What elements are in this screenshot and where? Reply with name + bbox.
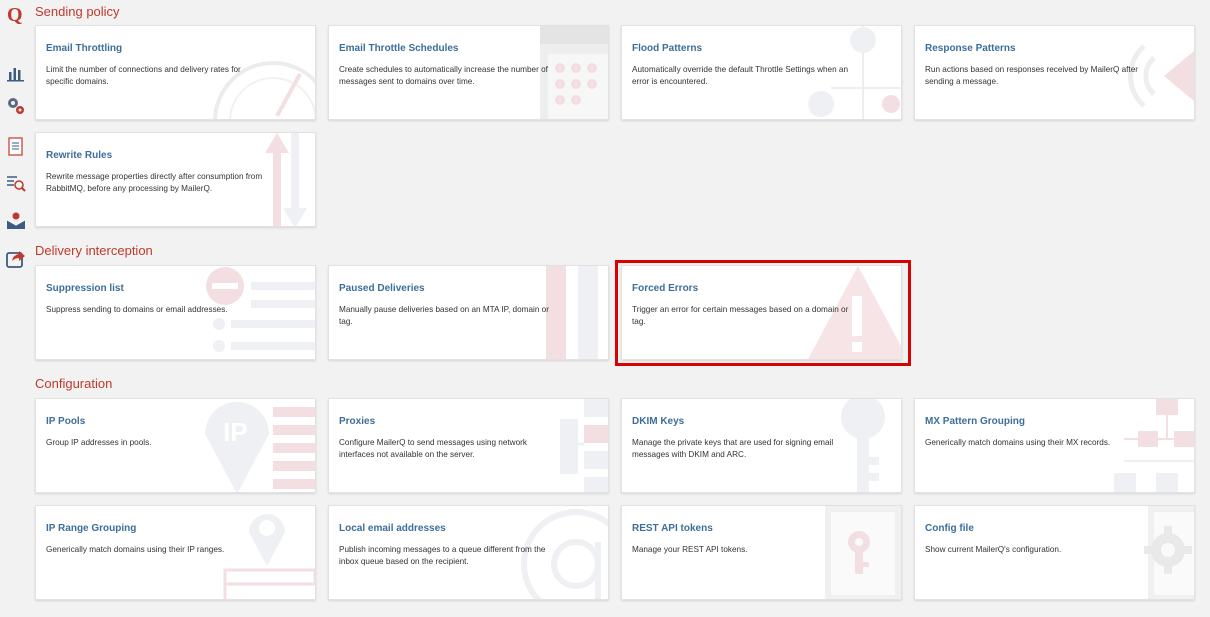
card-description: Automatically override the default Throt… [632, 65, 849, 86]
card-description: Generically match domains using their IP… [46, 545, 225, 554]
card-description: Create schedules to automatically increa… [339, 65, 548, 86]
section-title-delivery-interception: Delivery interception [35, 243, 153, 258]
card-local-email-addresses[interactable]: Local email addresses Publish incoming m… [328, 505, 609, 600]
card-description: Limit the number of connections and deli… [46, 65, 241, 86]
card-description: Manage the private keys that are used fo… [632, 438, 834, 459]
card-title: IP Range Grouping [46, 523, 137, 534]
card-title: Rewrite Rules [46, 150, 113, 161]
card-title: Local email addresses [339, 523, 446, 534]
card-title: Email Throttle Schedules [339, 43, 459, 54]
card-title: Proxies [339, 416, 376, 427]
card-title: MX Pattern Grouping [925, 416, 1025, 427]
card-title: Flood Patterns [632, 43, 703, 54]
card-description: Manually pause deliveries based on an MT… [339, 305, 549, 326]
card-title: Suppression list [46, 283, 124, 294]
card-title: Response Patterns [925, 43, 1016, 54]
card-proxies[interactable]: Proxies Configure MailerQ to send messag… [328, 398, 609, 493]
card-rest-api-tokens[interactable]: REST API tokens Manage your REST API tok… [621, 505, 902, 600]
document-icon[interactable] [6, 137, 26, 157]
card-dkim-keys[interactable]: DKIM Keys Manage the private keys that a… [621, 398, 902, 493]
section-title-sending-policy: Sending policy [35, 4, 120, 19]
card-title: REST API tokens [632, 523, 713, 534]
card-mx-pattern-grouping[interactable]: MX Pattern Grouping Generically match do… [914, 398, 1195, 493]
card-email-throttling[interactable]: Email Throttling Limit the number of con… [35, 25, 316, 120]
card-rewrite-rules[interactable]: Rewrite Rules Rewrite message properties… [35, 132, 316, 227]
card-suppression-list[interactable]: Suppression list Suppress sending to dom… [35, 265, 316, 360]
card-title: Forced Errors [632, 283, 699, 294]
card-title: Config file [925, 523, 974, 534]
card-title: IP Pools [46, 416, 86, 427]
card-ip-pools[interactable]: IP IP Pools Group IP addresses in pools. [35, 398, 316, 493]
card-paused-deliveries[interactable]: Paused Deliveries Manually pause deliver… [328, 265, 609, 360]
card-description: Rewrite message properties directly afte… [46, 172, 263, 193]
section-title-configuration: Configuration [35, 376, 113, 391]
card-flood-patterns[interactable]: Flood Patterns Automatically override th… [621, 25, 902, 120]
card-description: Group IP addresses in pools. [46, 438, 152, 447]
card-response-patterns[interactable]: Response Patterns Run actions based on r… [914, 25, 1195, 120]
card-description: Show current MailerQ's configuration. [925, 545, 1062, 554]
card-description: Manage your REST API tokens. [632, 545, 748, 554]
settings-icon[interactable] [6, 96, 26, 116]
share-icon[interactable] [6, 248, 26, 268]
card-title: Paused Deliveries [339, 283, 425, 294]
stats-icon[interactable] [6, 63, 26, 83]
sidebar: Q [0, 0, 30, 617]
card-title: Email Throttling [46, 43, 123, 54]
card-config-file[interactable]: Config file Show current MailerQ's confi… [914, 505, 1195, 600]
card-email-throttle-schedules[interactable]: Email Throttle Schedules Create schedule… [328, 25, 609, 120]
search-list-icon[interactable] [6, 173, 26, 193]
card-forced-errors[interactable]: Forced Errors Trigger an error for certa… [621, 265, 902, 360]
card-description: Configure MailerQ to send messages using… [339, 438, 527, 459]
card-description: Trigger an error for certain messages ba… [632, 305, 849, 326]
mail-icon[interactable] [6, 211, 26, 231]
card-ip-range-grouping[interactable]: IP Range Grouping Generically match doma… [35, 505, 316, 600]
card-description: Generically match domains using their MX… [925, 438, 1111, 447]
card-description: Run actions based on responses received … [925, 65, 1138, 86]
card-description: Suppress sending to domains or email add… [46, 305, 228, 314]
card-description: Publish incoming messages to a queue dif… [339, 545, 546, 566]
app-logo[interactable]: Q [7, 4, 23, 27]
card-title: DKIM Keys [632, 416, 685, 427]
